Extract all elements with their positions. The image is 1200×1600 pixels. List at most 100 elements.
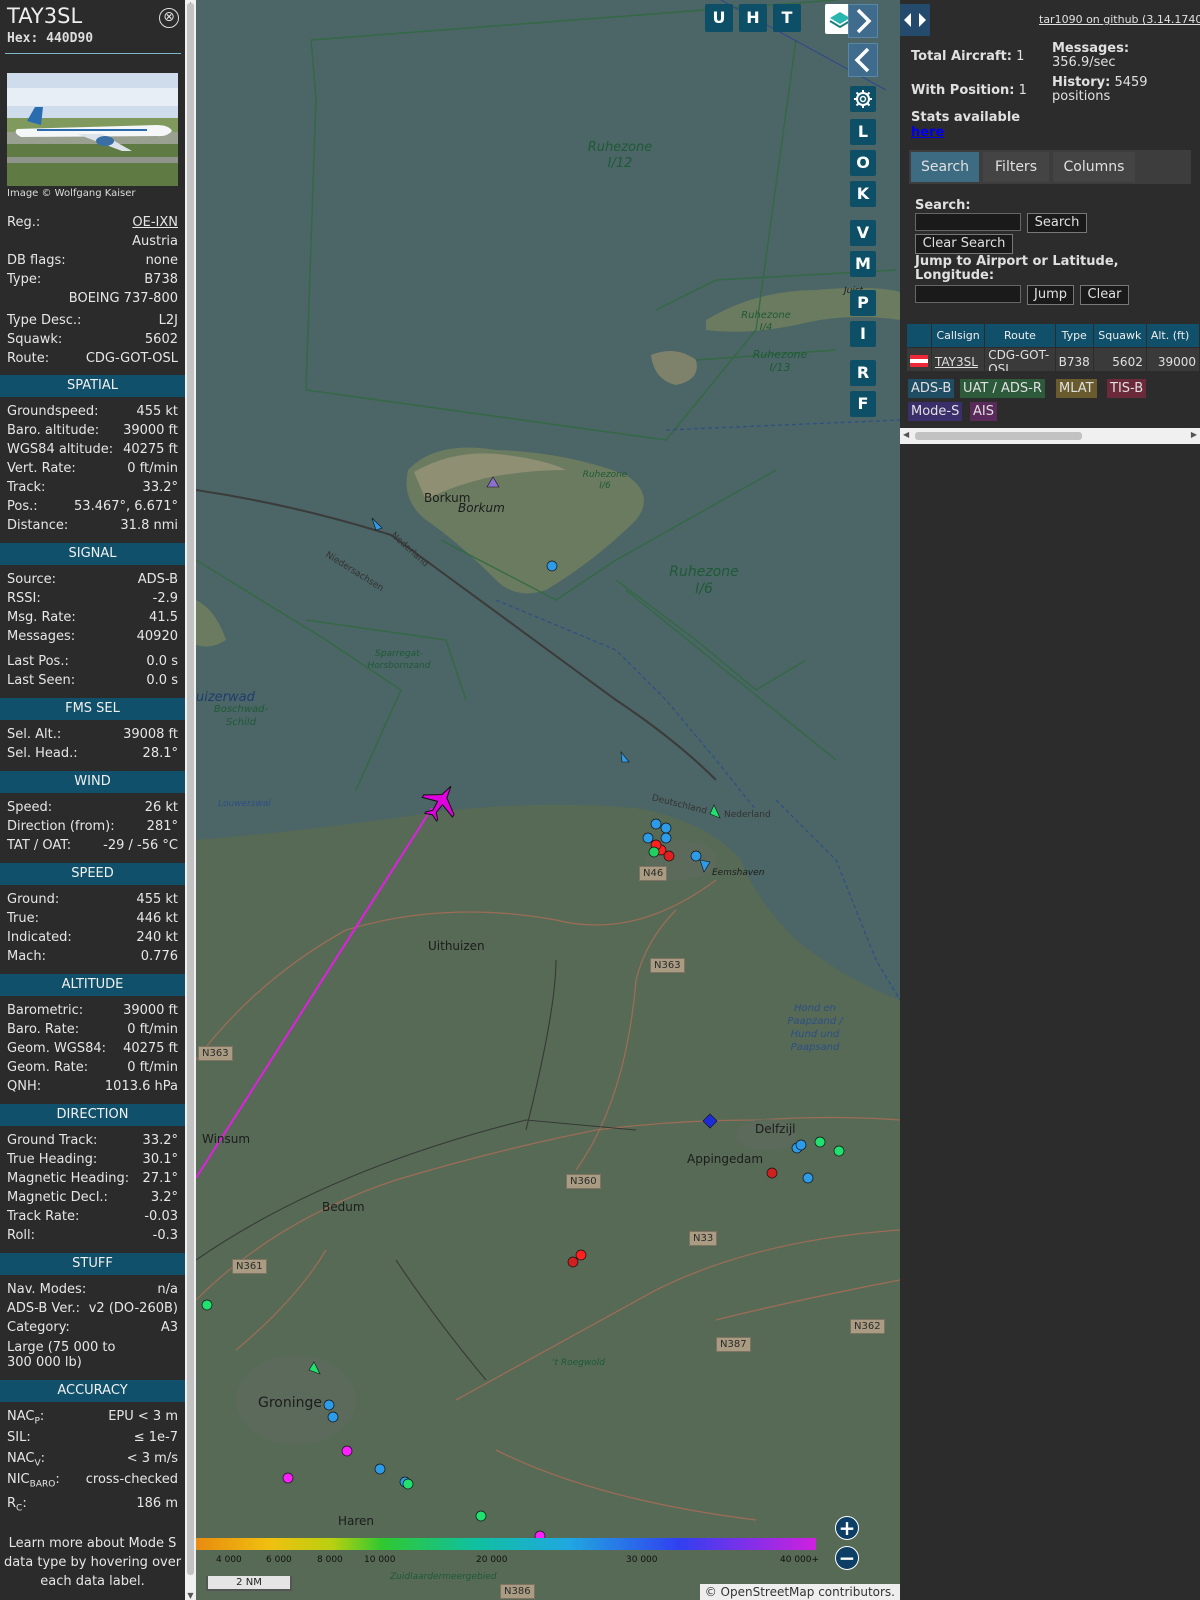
detail-type-desc: Type Desc.: L2J [7, 313, 178, 328]
aircraft-table: Callsign Route Type Squawk Alt. (ft) TAY… [906, 323, 1200, 371]
collapse-left-button[interactable] [848, 43, 878, 77]
osm-link[interactable]: OpenStreetMap [721, 1585, 815, 1599]
row-callsign[interactable]: TAY3SL [930, 347, 986, 371]
scroll-left-icon[interactable]: ◀ [903, 430, 909, 439]
signal-row: Last Seen: 0.0 s [7, 673, 178, 688]
table-header-callsign[interactable]: Callsign [930, 323, 986, 348]
aircraft-photo-graphic [7, 73, 178, 186]
button-v[interactable]: V [850, 220, 876, 246]
table-header-type[interactable]: Type [1054, 323, 1094, 348]
table-header-flag[interactable] [906, 323, 932, 348]
button-l[interactable]: L [850, 119, 876, 145]
section-direction: DIRECTION [0, 1104, 185, 1126]
settings-button[interactable] [850, 86, 876, 112]
row-altitude: 39000 [1145, 347, 1200, 371]
road-shield: N387 [716, 1337, 751, 1352]
table-header-squawk[interactable]: Squawk [1092, 323, 1147, 348]
road-shield: N363 [650, 958, 685, 973]
source-badge-adsb[interactable]: ADS-B [908, 379, 955, 398]
search-button[interactable]: Search [1027, 213, 1087, 233]
water-label: Boschwad-Schild [213, 704, 269, 728]
search-input[interactable] [915, 213, 1021, 231]
scroll-down-icon[interactable]: ▼ [186, 1591, 195, 1600]
button-k[interactable]: K [850, 181, 876, 207]
place-label: Uithuizen [428, 939, 485, 953]
zoom-out-button[interactable]: − [835, 1546, 859, 1570]
source-badge-mlat[interactable]: MLAT [1056, 379, 1097, 398]
altitude-row: Barometric: 39000 ft [7, 1003, 178, 1018]
row-type: B738 [1054, 347, 1094, 371]
button-h[interactable]: H [739, 4, 767, 32]
button-i[interactable]: I [850, 321, 876, 347]
place-label: Bedum [322, 1200, 365, 1214]
button-f[interactable]: F [850, 391, 876, 417]
road-shield: N360 [566, 1174, 601, 1189]
road-shield: N361 [232, 1259, 267, 1274]
wind-row: Direction (from): 281° [7, 819, 178, 834]
fms-row: Sel. Head.: 28.1° [7, 746, 178, 761]
horizontal-scroll-thumb[interactable] [915, 432, 1082, 440]
chevron-left-icon [854, 47, 870, 73]
source-badge-tisb[interactable]: TIS-B [1107, 379, 1147, 398]
place-label: Winsum [202, 1132, 251, 1146]
detail-country: Austria [132, 234, 178, 249]
table-row[interactable]: TAY3SL CDG-GOT-OSL B738 5602 39000 [906, 347, 1200, 371]
clear-button[interactable]: Clear [1080, 285, 1129, 305]
tab-filters[interactable]: Filters [983, 152, 1049, 182]
signal-row: Source: ADS-B [7, 572, 178, 587]
button-u[interactable]: U [705, 4, 733, 32]
button-p[interactable]: P [850, 290, 876, 316]
road-shield: N33 [689, 1231, 718, 1246]
detail-route: Route: CDG-GOT-OSL [7, 351, 178, 366]
tab-search[interactable]: Search [911, 152, 979, 182]
info-panel-scrollbar[interactable]: ▲ ▼ [185, 0, 196, 1600]
tab-columns[interactable]: Columns [1053, 152, 1135, 182]
section-altitude: ALTITUDE [0, 974, 185, 996]
jump-button[interactable]: Jump [1027, 285, 1074, 305]
clear-search-button[interactable]: Clear Search [915, 234, 1013, 254]
registration-link[interactable]: OE-IXN [132, 215, 178, 230]
zone-label: Ruhezone I/13 [752, 348, 808, 374]
aircraft-callsign: TAY3SL [7, 4, 83, 28]
altitude-legend-label: 20 000 [476, 1555, 508, 1565]
spatial-row: Vert. Rate: 0 ft/min [7, 461, 178, 476]
altitude-legend-label: 10 000 [364, 1555, 396, 1565]
row-route: CDG-GOT-OSL [984, 347, 1056, 371]
place-label: Groninge [258, 1395, 322, 1411]
stats-link[interactable]: here [911, 125, 944, 140]
history-count: History: 5459 positions [1052, 75, 1148, 104]
toggle-sidebar-button[interactable] [900, 4, 930, 36]
table-header-route[interactable]: Route [984, 323, 1056, 348]
accuracy-rc: RC: 186 m [7, 1496, 178, 1514]
spatial-row: Track: 33.2° [7, 480, 178, 495]
section-accuracy: ACCURACY [0, 1380, 185, 1402]
expand-right-button[interactable] [848, 4, 878, 38]
version-link[interactable]: tar1090 on github (3.14.1740) [1039, 13, 1200, 26]
aircraft-photo[interactable] [7, 73, 178, 186]
table-horizontal-scrollbar[interactable]: ◀ ▶ [900, 428, 1200, 444]
road-shield: N46 [639, 866, 668, 881]
button-m[interactable]: M [850, 251, 876, 277]
map-view[interactable]: Borkum Borkum Uithuizen Delfzijl Appinge… [196, 0, 900, 1600]
place-label: Haren [338, 1514, 375, 1528]
flag-austria-icon [906, 347, 932, 371]
scroll-right-icon[interactable]: ▶ [1191, 430, 1197, 439]
source-badge-ais[interactable]: AIS [970, 402, 997, 421]
aircraft-list-panel: tar1090 on github (3.14.1740) Total Airc… [900, 0, 1200, 1600]
close-icon[interactable]: ⊗ [159, 8, 179, 28]
table-header-altitude[interactable]: Alt. (ft) [1145, 323, 1200, 348]
source-badge-modes[interactable]: Mode-S [908, 402, 963, 421]
zoom-in-button[interactable]: + [835, 1516, 859, 1540]
altitude-legend-label: 6 000 [266, 1555, 292, 1565]
scrollbar-thumb[interactable] [187, 3, 194, 1575]
zone-label: Hond en Paapzand / Hund und Paapsand [787, 1003, 843, 1053]
map-canvas [196, 0, 900, 1600]
source-badge-uat[interactable]: UAT / ADS-R [960, 379, 1045, 398]
road-shield: N362 [850, 1319, 885, 1334]
button-t[interactable]: T [773, 4, 801, 32]
jump-input[interactable] [915, 285, 1021, 303]
header-divider [5, 53, 181, 54]
button-r[interactable]: R [850, 360, 876, 386]
button-o[interactable]: O [850, 150, 876, 176]
place-label: Eemshaven [712, 868, 765, 878]
